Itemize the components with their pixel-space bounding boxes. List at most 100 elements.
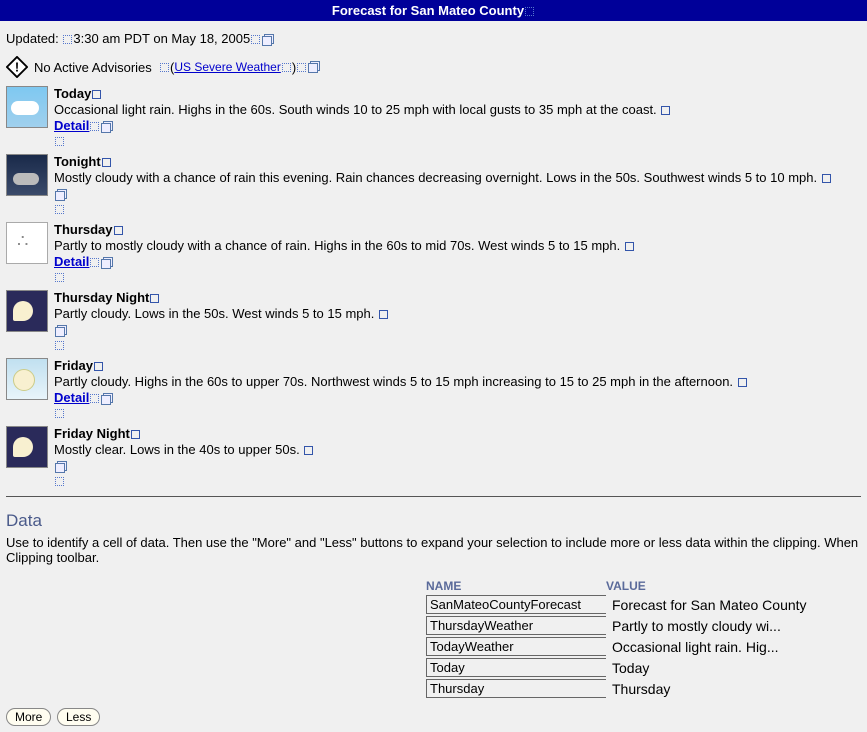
clip-marker-icon[interactable] [55,205,64,214]
table-row[interactable]: ThursdayThursday [426,679,861,698]
forecast-block: Thursday NightPartly cloudy. Lows in the… [6,290,861,352]
stack-icon[interactable] [262,34,274,46]
table-row[interactable]: SanMateoCountyForecastForecast for San M… [426,595,861,614]
clip-marker-icon[interactable] [55,273,64,282]
advisory-row: ! No Active Advisories (US Severe Weathe… [6,56,861,78]
clip-marker-icon[interactable] [131,430,140,439]
forecast-block: TodayOccasional light rain. Highs in the… [6,86,861,148]
row-name[interactable]: Thursday [426,679,606,698]
data-instruction: Use to identify a cell of data. Then use… [6,535,861,565]
clip-marker-icon[interactable] [525,7,534,16]
clip-marker-icon[interactable] [282,63,291,72]
forecast-label: Friday [54,358,93,373]
alert-icon: ! [6,56,28,78]
clip-marker-icon[interactable] [625,242,634,251]
forecast-desc: Occasional light rain. Highs in the 60s.… [54,102,657,117]
weather-icon [6,86,48,128]
table-row[interactable]: TodayToday [426,658,861,677]
data-heading: Data [6,511,861,531]
row-name[interactable]: TodayWeather [426,637,606,656]
clip-marker-icon[interactable] [304,446,313,455]
stack-icon[interactable] [101,121,113,133]
row-name[interactable]: ThursdayWeather [426,616,606,635]
forecast-desc: Partly cloudy. Highs in the 60s to upper… [54,374,733,389]
forecast-desc: Partly cloudy. Lows in the 50s. West win… [54,306,374,321]
forecast-text: TonightMostly cloudy with a chance of ra… [54,154,861,216]
table-row[interactable]: ThursdayWeatherPartly to mostly cloudy w… [426,616,861,635]
header-bar: Forecast for San Mateo County [0,0,867,21]
weather-icon [6,290,48,332]
stack-icon[interactable] [308,61,320,73]
forecast-text: Thursday NightPartly cloudy. Lows in the… [54,290,861,352]
forecast-text: ThursdayPartly to mostly cloudy with a c… [54,222,861,284]
forecast-block: FridayPartly cloudy. Highs in the 60s to… [6,358,861,420]
row-value: Partly to mostly cloudy wi... [606,617,826,635]
clip-marker-icon[interactable] [738,378,747,387]
clip-marker-icon[interactable] [55,409,64,418]
divider [6,496,861,497]
clip-marker-icon[interactable] [55,341,64,350]
table-row[interactable]: TodayWeatherOccasional light rain. Hig..… [426,637,861,656]
page-title: Forecast for San Mateo County [332,3,524,18]
clip-marker-icon[interactable] [297,63,306,72]
row-name[interactable]: SanMateoCountyForecast [426,595,606,614]
clip-marker-icon[interactable] [114,226,123,235]
col-header-name: NAME [426,579,606,593]
detail-link[interactable]: Detail [54,118,89,133]
updated-row: Updated: 3:30 am PDT on May 18, 2005 [6,31,861,46]
stack-icon[interactable] [55,325,67,337]
clip-marker-icon[interactable] [94,362,103,371]
col-header-value: VALUE [606,579,826,593]
stack-icon[interactable] [101,257,113,269]
forecast-block: Friday NightMostly clear. Lows in the 40… [6,426,861,488]
data-table: NAME VALUE SanMateoCountyForecastForecas… [426,579,861,698]
detail-link[interactable]: Detail [54,390,89,405]
row-name[interactable]: Today [426,658,606,677]
clip-marker-icon[interactable] [55,137,64,146]
stack-icon[interactable] [55,461,67,473]
weather-icon [6,222,48,264]
advisory-text: No Active Advisories [34,60,152,75]
weather-icon [6,154,48,196]
updated-time: 3:30 am PDT on May 18, 2005 [73,31,250,46]
updated-label: Updated: [6,31,59,46]
forecast-label: Thursday Night [54,290,149,305]
forecast-text: FridayPartly cloudy. Highs in the 60s to… [54,358,861,420]
clip-marker-icon[interactable] [63,35,72,44]
forecast-block: ThursdayPartly to mostly cloudy with a c… [6,222,861,284]
forecast-desc: Mostly clear. Lows in the 40s to upper 5… [54,442,300,457]
forecast-block: TonightMostly cloudy with a chance of ra… [6,154,861,216]
forecast-label: Thursday [54,222,113,237]
row-value: Occasional light rain. Hig... [606,638,826,656]
svg-text:!: ! [15,60,19,75]
clip-marker-icon[interactable] [160,63,169,72]
clip-marker-icon[interactable] [90,258,99,267]
weather-icon [6,426,48,468]
row-value: Forecast for San Mateo County [606,596,826,614]
clip-marker-icon[interactable] [102,158,111,167]
forecast-text: TodayOccasional light rain. Highs in the… [54,86,861,148]
clip-marker-icon[interactable] [150,294,159,303]
stack-icon[interactable] [101,393,113,405]
clip-marker-icon[interactable] [251,35,260,44]
stack-icon[interactable] [55,189,67,201]
us-severe-weather-link[interactable]: US Severe Weather [174,60,281,74]
row-value: Today [606,659,826,677]
forecast-label: Tonight [54,154,101,169]
forecast-label: Friday Night [54,426,130,441]
clip-marker-icon[interactable] [92,90,101,99]
forecast-label: Today [54,86,91,101]
forecast-desc: Mostly cloudy with a chance of rain this… [54,170,817,185]
weather-icon [6,358,48,400]
clip-marker-icon[interactable] [379,310,388,319]
clip-marker-icon[interactable] [90,122,99,131]
less-button[interactable]: Less [57,708,100,726]
clip-marker-icon[interactable] [822,174,831,183]
detail-link[interactable]: Detail [54,254,89,269]
clip-marker-icon[interactable] [55,477,64,486]
more-button[interactable]: More [6,708,51,726]
row-value: Thursday [606,680,826,698]
clip-marker-icon[interactable] [661,106,670,115]
forecast-text: Friday NightMostly clear. Lows in the 40… [54,426,861,488]
clip-marker-icon[interactable] [90,394,99,403]
